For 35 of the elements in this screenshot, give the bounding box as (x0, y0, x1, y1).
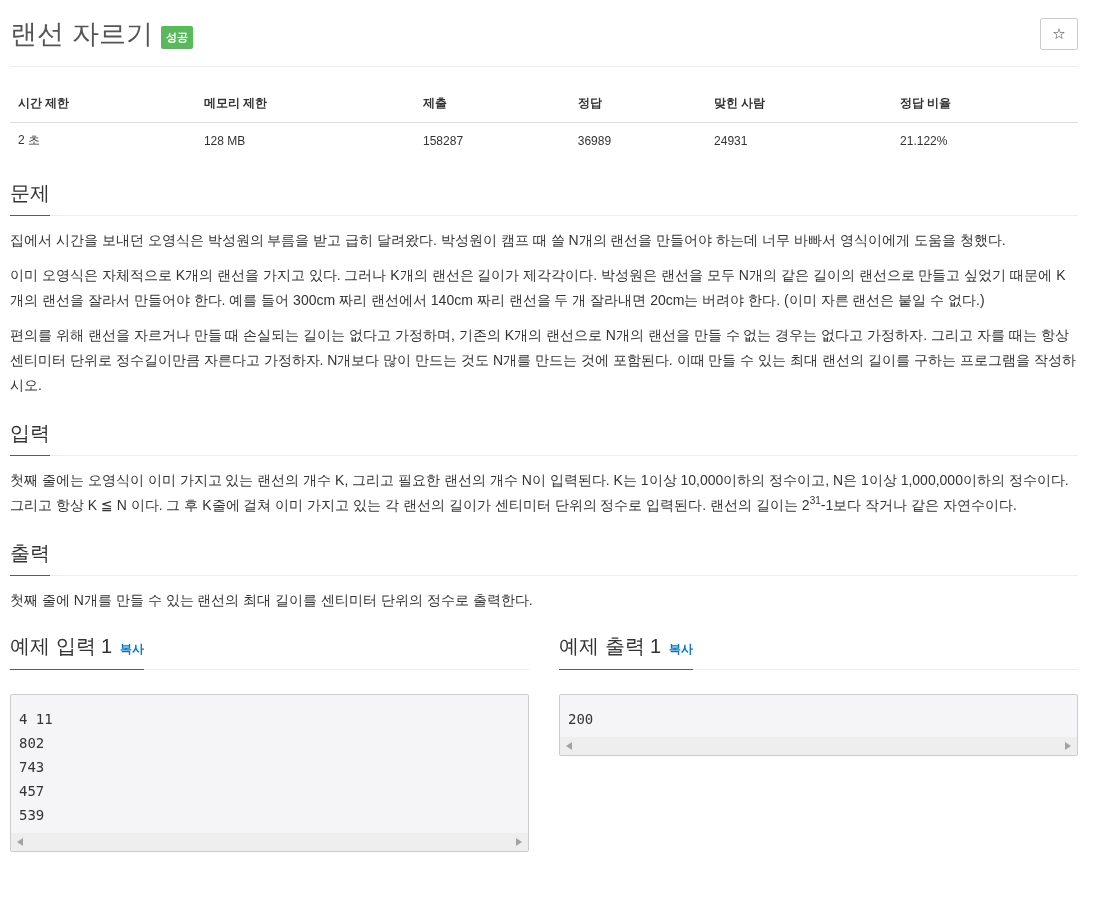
table-cell: 36989 (569, 122, 707, 158)
horizontal-scrollbar[interactable] (11, 833, 528, 851)
table-cell: 2 초 (10, 122, 196, 158)
right-arrow-icon[interactable] (1065, 742, 1071, 750)
sample-code: 4 11 802 743 457 539 (18, 710, 54, 825)
column-header: 정답 비율 (892, 85, 1078, 123)
horizontal-scrollbar[interactable] (560, 737, 1077, 755)
copy-link[interactable]: 복사 (669, 641, 694, 658)
paragraph: 집에서 시간을 보내던 오영식은 박성원의 부름을 받고 급히 달려왔다. 박성원이 캠프 때 쓸 N개의 랜선을 만들어야 하는데 너무 바빠서 영식이에게 도움을 청했다. (10, 231, 1007, 250)
sample-heading: 예제 입력 1 (10, 634, 113, 659)
table-cell: 24931 (706, 122, 893, 158)
copy-link[interactable]: 복사 (120, 641, 145, 658)
column-header: 메모리 제한 (195, 85, 415, 123)
section-heading: 문제 (10, 172, 50, 216)
favorite-button[interactable]: ☆ (1040, 18, 1078, 50)
paragraph: 편의를 위해 랜선을 자르거나 만들 때 손실되는 길이는 없다고 가정하며, 기존의 K개의 랜선으로 N개의 랜선을 만들 수 없는 경우는 없다고 가정하자. 그리고 자를 때는 항상 센티미터 단위로 정수길이만큼 자른다고 가정하자. N개보다 많이 만드는 것도 N개를 만드는 것에 포함된다. 이때 만들 수 있는 최대 랜선의 길이를 구하는 프로그램을 작성하시오. (10, 326, 1077, 395)
table-cell: 128 MB (195, 122, 415, 158)
section-heading: 입력 (10, 412, 50, 456)
table-cell: 158287 (415, 122, 570, 158)
paragraph: 첫째 줄에 N개를 만들 수 있는 랜선의 최대 길이를 센티미터 단위의 정수로 출력한다. (10, 591, 534, 610)
sample-code: 200 (567, 710, 595, 729)
column-header: 맞힌 사람 (706, 85, 893, 123)
sample-heading: 예제 출력 1 (559, 634, 662, 659)
problem-title: 랜선 자르기 (10, 18, 153, 51)
right-arrow-icon[interactable] (516, 838, 522, 846)
paragraph: 첫째 줄에는 오영식이 이미 가지고 있는 랜선의 개수 K, 그리고 필요한 랜선의 개수 N이 입력된다. K는 1이상 10,000이하의 정수이고, N은 1이상 1,000,000이하의 정수이다. 그리고 항상 K ≦ N 이다. 그 후 K줄에 걸쳐 이미 가지고 있는 각 랜선의 길이가 센티미터 단위의 정수로 입력된다. 랜선의 길이는 2$^{31}$-1보다 작거나 같은 자연수이다. (10, 471, 1070, 515)
paragraph: 이미 오영식은 자체적으로 K개의 랜선을 가지고 있다. 그러나 K개의 랜선은 길이가 제각각이다. 박성원은 랜선을 모두 N개의 같은 길이의 랜선으로 만들고 싶었기 때문에 K개의 랜선을 잘라서 만들어야 한다. 예를 들어 300cm 짜리 랜선에서 140cm 짜리 랜선을 두 개 잘라내면 20cm는 버려야 한다. (이미 자른 랜선은 붙일 수 없다.) (10, 266, 1067, 310)
table-cell: 21.122% (892, 122, 1078, 158)
section-heading: 출력 (10, 532, 50, 576)
left-arrow-icon[interactable] (17, 838, 23, 846)
left-arrow-icon[interactable] (566, 742, 572, 750)
result-badge: 성공 (160, 25, 193, 49)
column-header: 정답 (569, 85, 707, 123)
column-header: 시간 제한 (10, 85, 196, 123)
column-header: 제출 (415, 85, 570, 123)
